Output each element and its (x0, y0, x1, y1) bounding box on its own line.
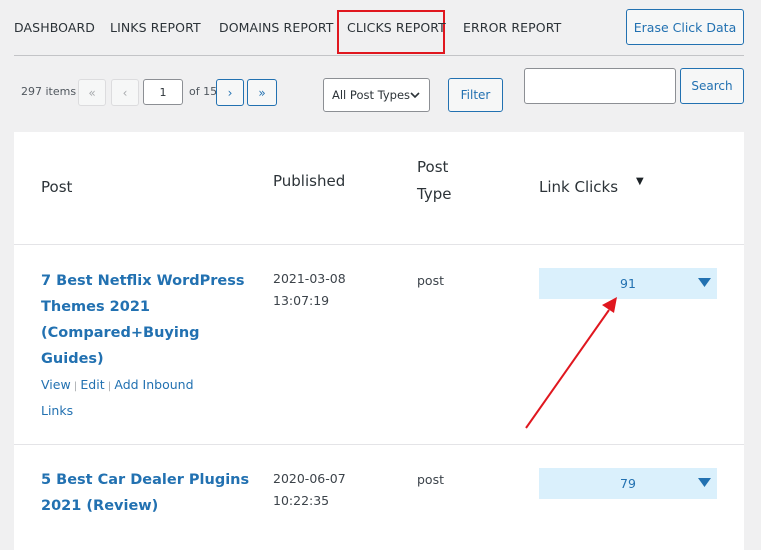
add-inbound-links-link-cont[interactable]: Links (41, 399, 194, 423)
view-link[interactable]: View (41, 377, 71, 392)
column-header-published[interactable]: Published (273, 168, 345, 195)
next-page-button[interactable]: › (216, 79, 244, 106)
post-type-value: post (417, 472, 444, 487)
last-page-button[interactable]: » (247, 79, 277, 106)
column-header-post-type-line2[interactable]: Type (417, 181, 451, 208)
tabs-divider (14, 55, 744, 56)
search-input[interactable] (524, 68, 676, 104)
post-title-link[interactable]: 7 Best Netflix WordPress Themes 2021 (Co… (41, 268, 245, 372)
chevron-down-icon (410, 92, 420, 99)
tab-links-report[interactable]: LINKS REPORT (110, 20, 201, 35)
column-header-post-type-line1[interactable]: Post (417, 154, 448, 181)
column-header-link-clicks[interactable]: Link Clicks (539, 174, 618, 201)
post-type-select[interactable]: All Post Types (323, 78, 430, 112)
prev-page-button: ‹ (111, 79, 139, 106)
clicks-table: Post Published Post Type Link Clicks ▼ 7… (14, 132, 744, 550)
link-clicks-toggle[interactable]: 91 (539, 268, 717, 299)
post-type-value: post (417, 273, 444, 288)
row-actions: View | Edit | Add Inbound Links (41, 373, 194, 423)
search-button[interactable]: Search (680, 68, 744, 104)
caret-down-icon (698, 478, 711, 487)
tab-clicks-report[interactable]: CLICKS REPORT (347, 20, 446, 35)
tab-error-report[interactable]: ERROR REPORT (463, 20, 561, 35)
tab-dashboard[interactable]: DASHBOARD (14, 20, 95, 35)
add-inbound-links-link[interactable]: Add Inbound (114, 377, 193, 392)
total-pages: of 15 (189, 85, 218, 98)
post-type-selected: All Post Types (332, 88, 411, 102)
post-title-link[interactable]: 5 Best Car Dealer Plugins 2021 (Review) (41, 467, 249, 519)
published-date: 2021-03-08 13:07:19 (273, 271, 346, 308)
link-clicks-count: 91 (620, 276, 636, 291)
current-page-input[interactable] (143, 79, 183, 105)
row-divider (14, 444, 744, 445)
tab-domains-report[interactable]: DOMAINS REPORT (219, 20, 334, 35)
first-page-button: « (78, 79, 106, 106)
column-header-post[interactable]: Post (41, 174, 72, 201)
items-count: 297 items (21, 85, 77, 98)
erase-click-data-button[interactable]: Erase Click Data (626, 9, 744, 45)
report-tabs: DASHBOARD LINKS REPORT DOMAINS REPORT CL… (0, 0, 761, 56)
row-divider (14, 244, 744, 245)
published-date: 2020-06-07 10:22:35 (273, 471, 346, 508)
edit-link[interactable]: Edit (80, 377, 104, 392)
caret-down-icon (698, 278, 711, 287)
sort-desc-icon[interactable]: ▼ (636, 176, 644, 187)
link-clicks-toggle[interactable]: 79 (539, 468, 717, 499)
filter-button[interactable]: Filter (448, 78, 503, 112)
link-clicks-count: 79 (620, 476, 636, 491)
